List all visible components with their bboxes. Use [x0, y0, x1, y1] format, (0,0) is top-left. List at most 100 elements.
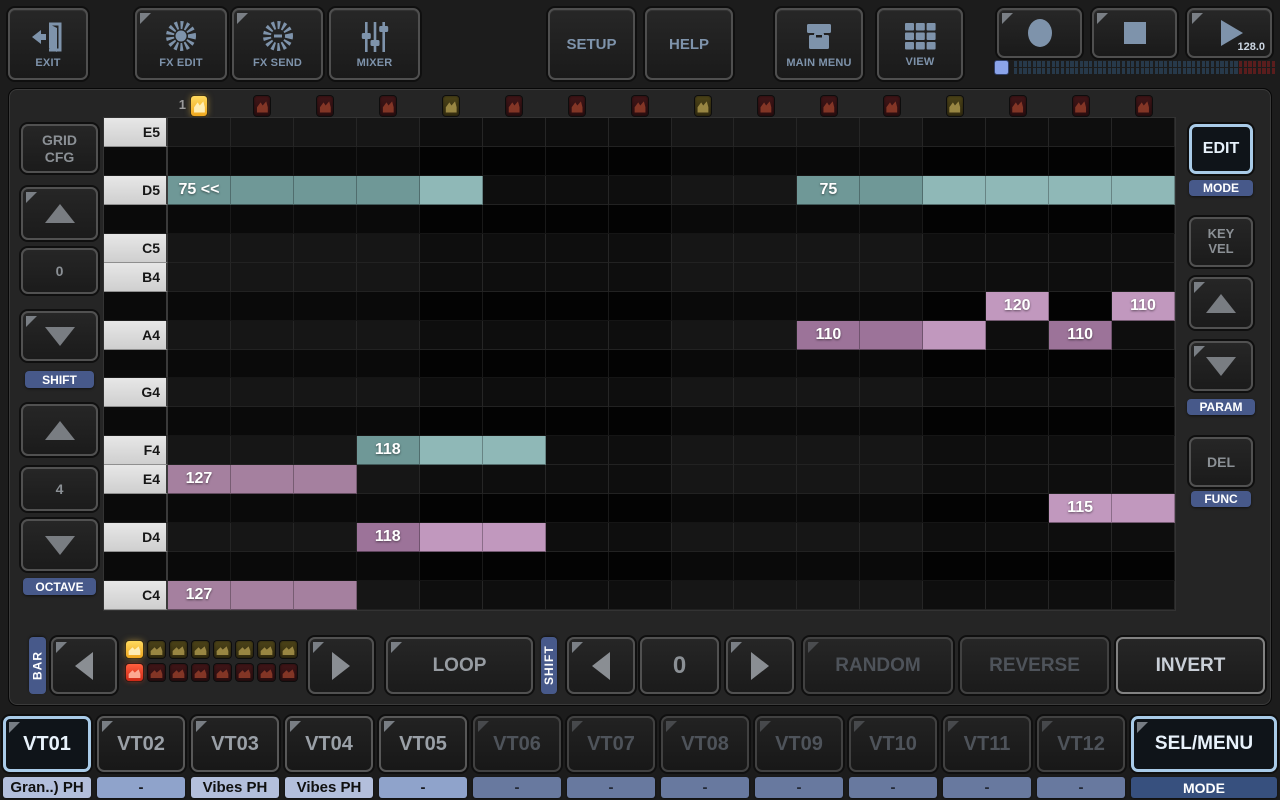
keyboard-key[interactable]: [104, 552, 168, 581]
note-cell[interactable]: [1049, 176, 1112, 205]
grid-cell[interactable]: [1112, 205, 1175, 234]
grid-cell[interactable]: [1112, 147, 1175, 176]
grid-cell[interactable]: [483, 494, 546, 523]
grid-cell[interactable]: [168, 378, 231, 407]
step-indicator-icon[interactable]: [1010, 96, 1026, 116]
note-cell[interactable]: [860, 176, 923, 205]
note-cell[interactable]: [420, 176, 483, 205]
grid-cell[interactable]: [672, 378, 735, 407]
delete-button[interactable]: DEL: [1189, 437, 1253, 487]
param-up-button[interactable]: [1189, 277, 1253, 329]
grid-cell[interactable]: [357, 465, 420, 494]
grid-cell[interactable]: [294, 407, 357, 436]
grid-cell[interactable]: [734, 494, 797, 523]
grid-cell[interactable]: [672, 350, 735, 379]
grid-cell[interactable]: [986, 263, 1049, 292]
track-button-vt09[interactable]: VT09: [755, 716, 843, 772]
grid-cell[interactable]: [797, 118, 860, 147]
grid-cell[interactable]: [860, 494, 923, 523]
grid-cell[interactable]: [860, 407, 923, 436]
grid-cell[interactable]: [986, 465, 1049, 494]
grid-cell[interactable]: [923, 494, 986, 523]
grid-cell[interactable]: [168, 147, 231, 176]
grid-cell[interactable]: [672, 465, 735, 494]
grid-cell[interactable]: [923, 465, 986, 494]
note-cell[interactable]: 120: [986, 292, 1049, 321]
grid-cell[interactable]: [734, 147, 797, 176]
grid-cell[interactable]: [1049, 350, 1112, 379]
grid-cell[interactable]: [986, 378, 1049, 407]
param-down-button[interactable]: [1189, 341, 1253, 391]
grid-cell[interactable]: [609, 205, 672, 234]
grid-cell[interactable]: [672, 407, 735, 436]
grid-cell[interactable]: [672, 552, 735, 581]
grid-cell[interactable]: [546, 552, 609, 581]
grid-cell[interactable]: [546, 118, 609, 147]
grid-cell[interactable]: [357, 118, 420, 147]
grid-cell[interactable]: [546, 234, 609, 263]
grid-cell[interactable]: [483, 234, 546, 263]
grid-cell[interactable]: [860, 552, 923, 581]
grid-cell[interactable]: [168, 552, 231, 581]
keyboard-key[interactable]: C4: [104, 581, 168, 610]
grid-cell[interactable]: [294, 205, 357, 234]
grid-cell[interactable]: [1112, 552, 1175, 581]
bar-indicator-icon[interactable]: [258, 641, 275, 658]
grid-cell[interactable]: [860, 263, 923, 292]
grid-cell[interactable]: [609, 147, 672, 176]
grid-cell[interactable]: [1112, 321, 1175, 350]
grid-cell[interactable]: [609, 436, 672, 465]
grid-cell[interactable]: [294, 234, 357, 263]
track-button-vt03[interactable]: VT03: [191, 716, 279, 772]
grid-cell[interactable]: [672, 581, 735, 610]
mixer-button[interactable]: MIXER: [329, 8, 420, 80]
grid-cell[interactable]: [231, 407, 294, 436]
grid-cell[interactable]: [546, 350, 609, 379]
grid-cell[interactable]: [231, 118, 294, 147]
grid-cell[interactable]: [357, 494, 420, 523]
grid-cell[interactable]: [357, 581, 420, 610]
grid-cell[interactable]: [1049, 234, 1112, 263]
grid-cell[interactable]: [483, 407, 546, 436]
grid-cell[interactable]: [986, 494, 1049, 523]
grid-cell[interactable]: [609, 552, 672, 581]
grid-cell[interactable]: [734, 436, 797, 465]
grid-cell[interactable]: [483, 581, 546, 610]
grid-cell[interactable]: [168, 321, 231, 350]
grid-cell[interactable]: [986, 205, 1049, 234]
grid-cell[interactable]: [420, 205, 483, 234]
octave-up-button[interactable]: [21, 404, 98, 456]
grid-cell[interactable]: [546, 263, 609, 292]
grid-cell[interactable]: [1049, 407, 1112, 436]
grid-cell[interactable]: [1112, 465, 1175, 494]
bar-indicator-icon[interactable]: [236, 664, 253, 681]
grid-cell[interactable]: [483, 118, 546, 147]
grid-cell[interactable]: [609, 494, 672, 523]
random-button[interactable]: RANDOM: [803, 637, 953, 694]
keyboard-key[interactable]: G4: [104, 378, 168, 407]
grid-cell[interactable]: [294, 436, 357, 465]
step-indicator-icon[interactable]: [695, 96, 711, 116]
grid-cell[interactable]: [672, 147, 735, 176]
grid-cell[interactable]: [483, 350, 546, 379]
grid-cell[interactable]: [734, 118, 797, 147]
grid-cell[interactable]: [483, 465, 546, 494]
grid-cell[interactable]: [420, 292, 483, 321]
grid-cell[interactable]: [797, 523, 860, 552]
grid-cell[interactable]: [860, 118, 923, 147]
grid-cell[interactable]: [986, 118, 1049, 147]
grid-cell[interactable]: [734, 523, 797, 552]
note-cell[interactable]: 110: [1049, 321, 1112, 350]
grid-cell[interactable]: [420, 234, 483, 263]
grid-cell[interactable]: [168, 407, 231, 436]
grid-cell[interactable]: [231, 350, 294, 379]
sel-menu-button[interactable]: SEL/MENU: [1131, 716, 1277, 772]
shift-value-display[interactable]: 0: [21, 248, 98, 294]
bar-indicator-icon[interactable]: [126, 641, 143, 658]
note-cell[interactable]: [294, 176, 357, 205]
grid-cell[interactable]: [734, 263, 797, 292]
edit-mode-button[interactable]: EDIT: [1189, 124, 1253, 174]
step-indicator-icon[interactable]: [1073, 96, 1089, 116]
grid-cell[interactable]: [420, 581, 483, 610]
grid-cell[interactable]: [546, 147, 609, 176]
